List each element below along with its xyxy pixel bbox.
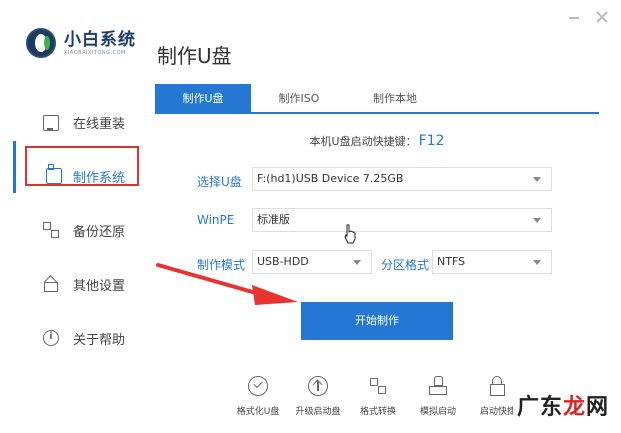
boot-hotkey-info: 本机U盘启动快捷键： F12 [155,133,599,149]
sidebar-item-label: 备份还原 [73,224,126,240]
winpe-label: WinPE [197,213,235,227]
watermark: 广东龙网 [512,387,613,423]
sidebar-item-label: 关于帮助 [73,332,126,348]
app-logo: 小白系统 XIAOBAIXITONG.COM [26,28,136,58]
tool-label: 启动快捷 [479,407,516,417]
tab-make-usb[interactable]: 制作U盘 [155,84,251,112]
sidebar-item-about-help[interactable]: i 关于帮助 [0,311,140,365]
hotkey-label: 本机U盘启动快捷键： [309,135,417,148]
bottom-toolbar: 格式化U盘 升级启动盘 格式转换 模拟启动 启动快捷 [228,376,528,417]
usb-select-label: 选择U盘 [197,175,242,189]
partition-select[interactable]: NTFS [432,250,552,274]
hotkey-value: F12 [418,133,445,149]
sidebar-item-make-system[interactable]: 制作系统 [0,149,140,203]
hand-cursor-icon [344,224,356,244]
watermark-accent: 龙 [562,394,586,420]
winpe-select-value: 标准版 [257,213,290,226]
sidebar-item-label: 制作系统 [73,170,126,186]
convert-icon [368,376,388,396]
logo-icon [26,28,56,58]
sidebar-item-label: 在线重装 [73,116,126,132]
chevron-down-icon [533,218,541,223]
upgrade-icon [308,376,328,396]
grid-icon [43,222,59,238]
winpe-select[interactable]: 标准版 [252,208,552,232]
usb-icon [46,164,62,184]
watermark-text: 广东 [516,394,563,420]
tab-make-iso[interactable]: 制作ISO [251,84,347,112]
sidebar-item-other-settings[interactable]: 其他设置 [0,257,140,311]
sidebar-item-label: 其他设置 [73,278,126,294]
format-usb-button[interactable]: 格式化U盘 [228,376,288,417]
chevron-down-icon [533,177,541,182]
tool-label: 模拟启动 [419,407,456,417]
arrow-annotation-icon [156,263,298,305]
sidebar-item-online-reinstall[interactable]: 在线重装 [0,95,140,149]
info-icon: i [43,330,59,346]
tool-label: 升级启动盘 [295,407,341,417]
sidebar-item-backup-restore[interactable]: 备份还原 [0,203,140,257]
close-icon[interactable] [595,10,609,24]
chevron-down-icon [353,260,361,265]
upgrade-boot-disk-button[interactable]: 升级启动盘 [288,376,348,417]
tab-bar: 制作U盘 制作ISO 制作本地 [155,84,599,114]
brand-subtitle: XIAOBAIXITONG.COM [64,49,126,56]
active-indicator [13,141,16,193]
tool-label: 格式转换 [359,407,396,417]
home-icon [43,276,59,292]
sidebar: 小白系统 XIAOBAIXITONG.COM 在线重装 制作系统 备份还原 其他… [0,0,140,433]
tab-make-local[interactable]: 制作本地 [347,84,443,112]
minimize-icon[interactable] [567,10,581,24]
brand-name: 小白系统 [64,29,136,50]
lock-icon [488,376,508,396]
chevron-down-icon [533,260,541,265]
window-controls [567,10,609,24]
partition-select-value: NTFS [437,255,466,268]
sidebar-nav: 在线重装 制作系统 备份还原 其他设置 i 关于帮助 [0,95,140,365]
simulate-boot-button[interactable]: 模拟启动 [408,376,468,417]
check-circle-icon [248,376,268,396]
start-making-button[interactable]: 开始制作 [301,302,453,340]
partition-label: 分区格式 [381,258,430,272]
watermark-text-end: 网 [585,394,609,420]
usb-select[interactable]: F:(hd1)USB Device 7.25GB [252,167,552,191]
tool-label: 格式化U盘 [236,407,280,417]
usb-select-value: F:(hd1)USB Device 7.25GB [257,172,404,185]
stamp-icon [428,376,448,396]
monitor-icon [43,115,59,131]
format-convert-button[interactable]: 格式转换 [348,376,408,417]
page-title: 制作U盘 [157,44,232,68]
